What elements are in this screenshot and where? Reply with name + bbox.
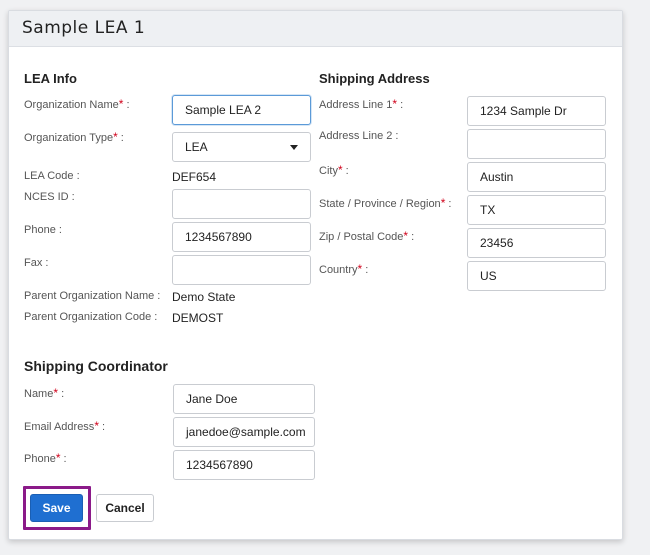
parent-organization-code-label: Parent Organization Code : <box>24 311 158 323</box>
chevron-down-icon <box>290 145 298 150</box>
organization-name-input[interactable]: Sample LEA 2 <box>172 95 311 125</box>
phone-input[interactable]: 1234567890 <box>172 222 311 252</box>
zip-label: Zip / Postal Code* : <box>319 229 415 243</box>
lea-code-label: LEA Code : <box>24 170 80 182</box>
lea-code-value: DEF654 <box>172 170 217 184</box>
coordinator-name-input[interactable]: Jane Doe <box>173 384 315 414</box>
coordinator-email-label: Email Address* : <box>24 419 106 433</box>
address-line-1-label: Address Line 1* : <box>319 97 404 111</box>
panel-header: Sample LEA 1 <box>9 11 622 47</box>
organization-type-label: Organization Type* : <box>24 130 124 144</box>
parent-organization-name-label: Parent Organization Name : <box>24 290 161 302</box>
phone-label: Phone : <box>24 224 62 236</box>
organization-name-label: Organization Name* : <box>24 97 130 111</box>
shipping-address-heading: Shipping Address <box>319 71 430 86</box>
save-button[interactable]: Save <box>30 494 83 522</box>
parent-organization-code-value: DEMOST <box>172 311 224 325</box>
fax-label: Fax : <box>24 257 49 269</box>
state-input[interactable]: TX <box>467 195 606 225</box>
lea-info-heading: LEA Info <box>24 71 77 86</box>
city-input[interactable]: Austin <box>467 162 606 192</box>
coordinator-email-input[interactable]: janedoe@sample.com <box>173 417 315 447</box>
page-title: Sample LEA 1 <box>22 18 146 38</box>
nces-id-label: NCES ID : <box>24 191 75 203</box>
cancel-button[interactable]: Cancel <box>96 494 154 522</box>
address-line-2-input[interactable] <box>467 129 606 159</box>
shipping-coordinator-heading: Shipping Coordinator <box>24 358 168 374</box>
parent-organization-name-value: Demo State <box>172 290 236 304</box>
zip-input[interactable]: 23456 <box>467 228 606 258</box>
nces-id-input[interactable] <box>172 189 311 219</box>
address-line-2-label: Address Line 2 : <box>319 130 399 142</box>
city-label: City* : <box>319 163 349 177</box>
address-line-1-input[interactable]: 1234 Sample Dr <box>467 96 606 126</box>
coordinator-name-label: Name* : <box>24 386 65 400</box>
country-input[interactable]: US <box>467 261 606 291</box>
country-label: Country* : <box>319 262 369 276</box>
fax-input[interactable] <box>172 255 311 285</box>
state-label: State / Province / Region* : <box>319 196 452 210</box>
coordinator-phone-label: Phone* : <box>24 451 67 465</box>
coordinator-phone-input[interactable]: 1234567890 <box>173 450 315 480</box>
organization-type-value: LEA <box>185 140 208 154</box>
organization-type-select[interactable]: LEA <box>172 132 311 162</box>
